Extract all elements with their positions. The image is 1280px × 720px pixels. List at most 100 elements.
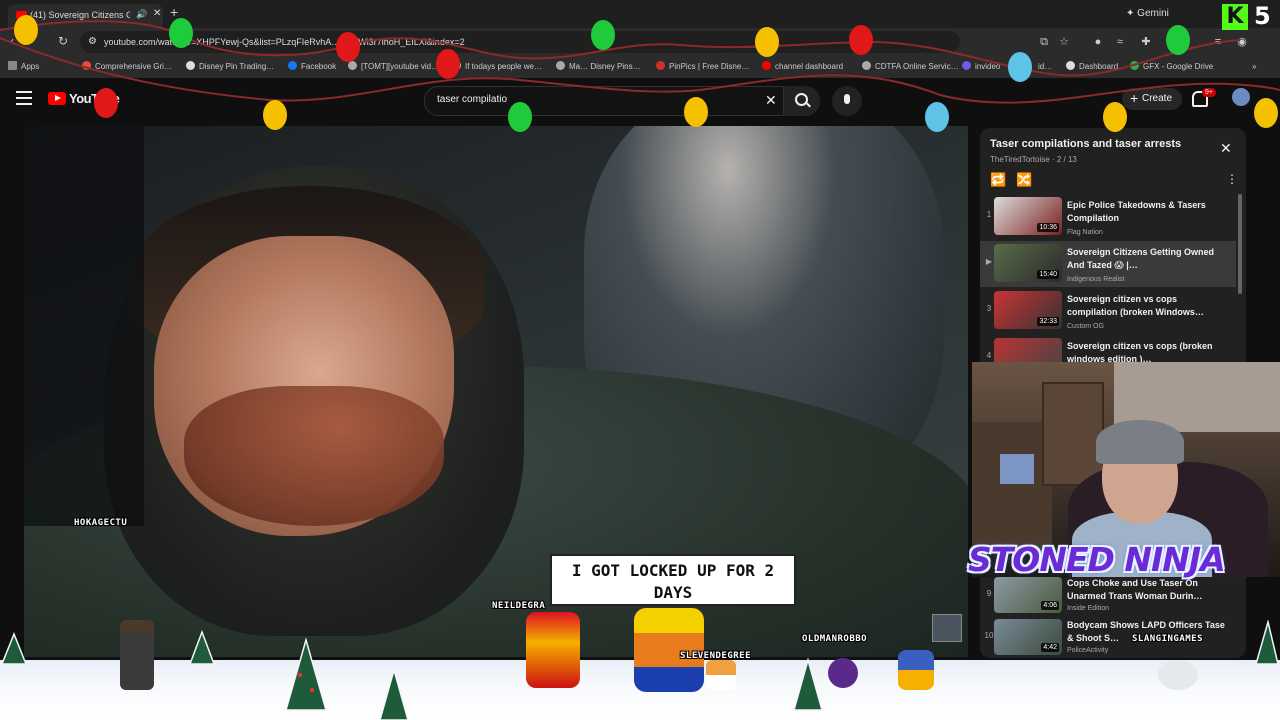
playlist-item-title[interactable]: Sovereign citizen vs cops compilation (b… [1067,293,1227,319]
playlist-item-channel[interactable]: Custom OG [1067,323,1104,330]
extensions-puzzle-icon[interactable]: ✚ [1140,36,1152,48]
video-thumbnail[interactable]: 10:36 [994,197,1062,235]
bookmark-item[interactable]: Disney Pin Trading… [186,56,274,78]
gemini-button[interactable]: ✦ Gemini [1118,5,1177,23]
youtube-logo-text[interactable]: YouTube [69,91,120,106]
bookmark-item[interactable]: Comprehensive Gri… [82,56,172,78]
address-bar[interactable]: ⚙ youtube.com/watch?v=XHPFYewj-Qs&list=P… [80,31,960,53]
playlist-item-title[interactable]: Sovereign Citizens Getting Owned And Taz… [1067,246,1227,272]
tab-title: (41) Sovereign Citizens Gett [30,10,130,20]
duration-badge: 4:06 [1041,601,1059,610]
more-bookmarks-icon[interactable]: » [1252,56,1256,78]
bookmark-item[interactable]: Dashboard [1066,56,1118,78]
chatter-name: SLEVENDEGREE [680,651,752,661]
extension-icon[interactable]: ≈ [1114,36,1126,48]
reload-icon[interactable]: ↻ [58,34,68,48]
notification-badge: 9+ [1202,88,1216,97]
bookmark-item[interactable]: GFX - Google Drive [1130,56,1213,78]
tree-icon [379,667,409,720]
bookmark-item[interactable]: [TOMT][youtube vid… [348,56,439,78]
chatter-name: OLDMANROBBO [802,634,868,644]
tree-icon [188,629,216,665]
close-playlist-icon[interactable]: ✕ [1220,140,1232,157]
duration-badge: 32:33 [1037,317,1059,326]
loop-icon[interactable]: 🔁 [990,172,1006,188]
speaker-icon[interactable]: 🔊 [136,9,147,20]
site-info-icon[interactable]: ⚙ [88,31,97,53]
search-box[interactable]: ✕ [424,86,784,116]
sidebar-icon[interactable]: ≡ [1212,36,1224,48]
create-button[interactable]: Create [1122,87,1183,110]
bookmark-item[interactable]: channel dashboard [762,56,843,78]
search-input[interactable] [435,93,739,106]
playlist-item-title[interactable]: Cops Choke and Use Taser On Unarmed Tran… [1067,577,1227,603]
invideo-icon [962,61,971,70]
youtube-logo-icon[interactable] [48,92,66,105]
tree-icon [1255,620,1279,665]
search-button[interactable] [784,86,820,116]
bookmark-item[interactable]: invideo [962,56,1000,78]
playlist-title[interactable]: Taser compilations and taser arrests [990,138,1181,150]
install-icon[interactable]: ⧉ [1038,36,1050,48]
bookmark-label: channel dashboard [775,62,844,71]
voice-search-button[interactable] [832,86,862,116]
bookmark-label: id… [1038,62,1053,71]
playlist-item-channel[interactable]: Flag Nation [1067,229,1103,236]
google-drive-icon [1130,61,1139,70]
bookmark-label: Apps [21,62,40,71]
playlist-item-current[interactable]: ▶ 15:40 Sovereign Citizens Getting Owned… [980,241,1236,287]
duration-badge: 15:40 [1037,270,1059,279]
chatter-name: HOKAGECTU [74,518,128,528]
new-tab-button[interactable]: + [170,4,178,20]
bookmark-label: GFX - Google Drive [1143,62,1214,71]
bookmark-item[interactable]: PinPics | Free Disne… [656,56,749,78]
tree-icon [793,657,823,711]
bookmark-star-icon[interactable]: ☆ [1058,36,1070,48]
account-avatar[interactable] [1232,88,1250,106]
bookmark-item[interactable]: Ma… Disney Pins… [556,56,641,78]
playlist-item-channel[interactable]: Inside Edition [1067,605,1109,612]
youtube-favicon-icon [16,11,27,19]
url-text: youtube.com/watch?v=XHPFYewj-Qs&list=PLz… [104,37,465,47]
video-thumbnail[interactable]: 15:40 [994,244,1062,282]
hamburger-menu-icon[interactable] [16,91,32,109]
robot-avatar [898,650,934,690]
bookmark-apps[interactable]: Apps [8,56,39,78]
purple-creature-avatar [828,658,858,688]
stream-brand-logo: STONED NINJA [968,540,1226,579]
playlist-item[interactable]: 3 32:33 Sovereign citizen vs cops compil… [980,288,1236,334]
more-options-icon[interactable]: ⋮ [1226,172,1238,186]
ironman-avatar [526,612,580,688]
youtube-header: YouTube ✕ Create 9+ [0,78,1280,120]
video-player[interactable] [24,126,968,657]
bookmark-label: PinPics | Free Disne… [669,62,750,71]
close-tab-icon[interactable]: ✕ [153,8,161,19]
video-thumbnail[interactable]: 32:33 [994,291,1062,329]
bookmark-item[interactable]: Facebook [288,56,336,78]
bookmark-label: Disney Pin Trading… [199,62,275,71]
extension-icon[interactable]: ● [1092,36,1104,48]
bookmark-item[interactable]: CDTFA Online Servic… [862,56,959,78]
bookmark-item[interactable]: id… [1038,56,1052,78]
bookmark-label: Comprehensive Gri… [95,62,172,71]
playlist-item-index: 3 [986,304,992,313]
microphone-icon [844,94,850,104]
playlist-item-index: 4 [986,351,992,360]
ornament-icon [310,688,314,692]
clear-search-icon[interactable]: ✕ [765,92,777,109]
profile-icon[interactable]: ◉ [1236,36,1248,48]
playlist-item[interactable]: 1 10:36 Epic Police Takedowns & Tasers C… [980,194,1236,240]
bookmark-favicon-icon [82,61,91,70]
bookmark-label: Dashboard [1079,62,1119,71]
webcam-box [1000,454,1034,484]
playlist-item-title[interactable]: Epic Police Takedowns & Tasers Compilati… [1067,199,1227,225]
bookmark-item[interactable]: If todays people we… [452,56,542,78]
window-controls[interactable] [1175,6,1215,20]
shuffle-icon[interactable]: 🔀 [1016,172,1032,188]
back-icon[interactable]: ‹ [10,34,14,48]
playlist-item[interactable]: 9 4:06 Cops Choke and Use Taser On Unarm… [980,575,1236,615]
playlist-item-channel[interactable]: Indigenous Realist [1067,276,1125,283]
video-thumbnail[interactable]: 4:06 [994,577,1062,613]
browser-tab[interactable]: (41) Sovereign Citizens Gett 🔊 ✕ [8,4,163,28]
webcam-shelf [972,422,1052,552]
